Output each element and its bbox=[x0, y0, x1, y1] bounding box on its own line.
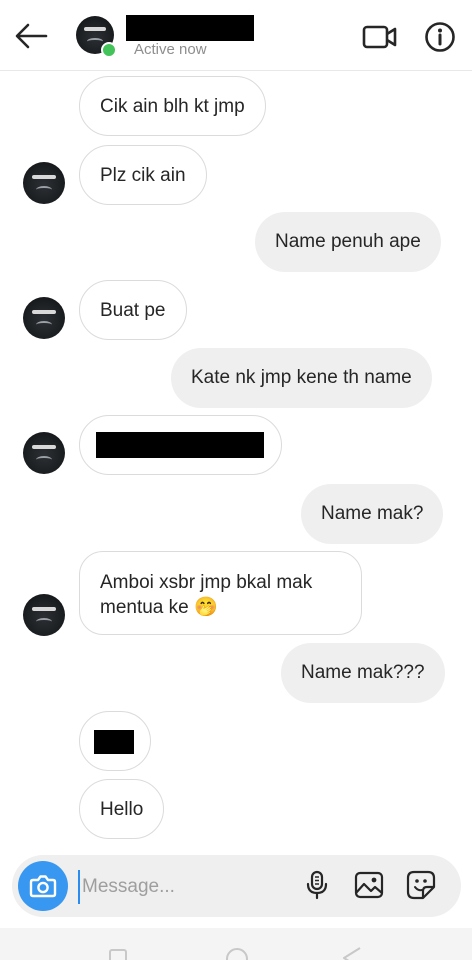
message-bubble-incoming[interactable]: Hello bbox=[79, 779, 165, 839]
message-text-line: mentua ke bbox=[100, 597, 189, 618]
voice-message-button[interactable] bbox=[301, 869, 333, 901]
message-bubble-incoming[interactable]: Cik ain blh kt jmp bbox=[79, 76, 266, 136]
arrow-left-icon bbox=[15, 23, 48, 49]
back-nav-icon[interactable] bbox=[340, 946, 364, 960]
message-input[interactable] bbox=[78, 870, 288, 904]
message-bubble-outgoing[interactable]: Name mak??? bbox=[281, 643, 445, 703]
camera-button[interactable] bbox=[18, 861, 68, 911]
camera-icon bbox=[29, 875, 57, 898]
gallery-button[interactable] bbox=[353, 869, 385, 901]
message-bubble-incoming-redacted[interactable] bbox=[79, 711, 151, 771]
recents-icon[interactable] bbox=[108, 948, 128, 960]
image-gallery-icon bbox=[354, 871, 384, 899]
video-call-button[interactable] bbox=[362, 22, 398, 52]
message-bubble-outgoing[interactable]: Name mak? bbox=[301, 484, 444, 544]
back-button[interactable] bbox=[12, 20, 50, 52]
message-text: Name mak??? bbox=[301, 662, 425, 683]
message-text: Name penuh ape bbox=[275, 231, 421, 252]
sender-avatar[interactable] bbox=[23, 594, 65, 636]
message-text: Name mak? bbox=[321, 503, 424, 524]
sticker-icon bbox=[406, 870, 436, 900]
active-status: Active now bbox=[134, 41, 207, 58]
message-bubble-incoming[interactable]: Buat pe bbox=[79, 280, 187, 340]
message-bubble-incoming[interactable]: Amboi xsbr jmp bkal mak mentua ke 🤭 bbox=[79, 551, 362, 635]
message-text: Hello bbox=[100, 799, 144, 820]
info-icon bbox=[425, 22, 455, 52]
contact-name-redacted[interactable] bbox=[126, 15, 254, 41]
message-text-line: Amboi xsbr jmp bkal mak bbox=[100, 572, 313, 593]
home-icon[interactable] bbox=[224, 946, 250, 960]
chat-header: Active now bbox=[0, 0, 472, 71]
hand-over-mouth-emoji: 🤭 bbox=[194, 597, 218, 618]
message-text: Cik ain blh kt jmp bbox=[100, 96, 245, 117]
message-bubble-incoming[interactable]: Plz cik ain bbox=[79, 145, 207, 205]
sender-avatar[interactable] bbox=[23, 297, 65, 339]
redacted-text-block bbox=[96, 432, 264, 458]
message-text: Plz cik ain bbox=[100, 165, 186, 186]
microphone-icon bbox=[306, 870, 328, 900]
sender-avatar[interactable] bbox=[23, 432, 65, 474]
message-bubble-incoming-redacted[interactable] bbox=[79, 415, 282, 475]
message-text: Kate nk jmp kene th name bbox=[191, 367, 412, 388]
sender-avatar[interactable] bbox=[23, 162, 65, 204]
redacted-text-block bbox=[94, 730, 134, 754]
message-text: Buat pe bbox=[100, 300, 166, 321]
system-navigation-bar bbox=[0, 928, 472, 960]
sticker-button[interactable] bbox=[405, 869, 437, 901]
message-bubble-outgoing[interactable]: Name penuh ape bbox=[255, 212, 441, 272]
online-indicator bbox=[101, 42, 117, 58]
info-button[interactable] bbox=[424, 21, 456, 53]
message-bubble-outgoing[interactable]: Kate nk jmp kene th name bbox=[171, 348, 432, 408]
video-call-icon bbox=[362, 25, 397, 49]
